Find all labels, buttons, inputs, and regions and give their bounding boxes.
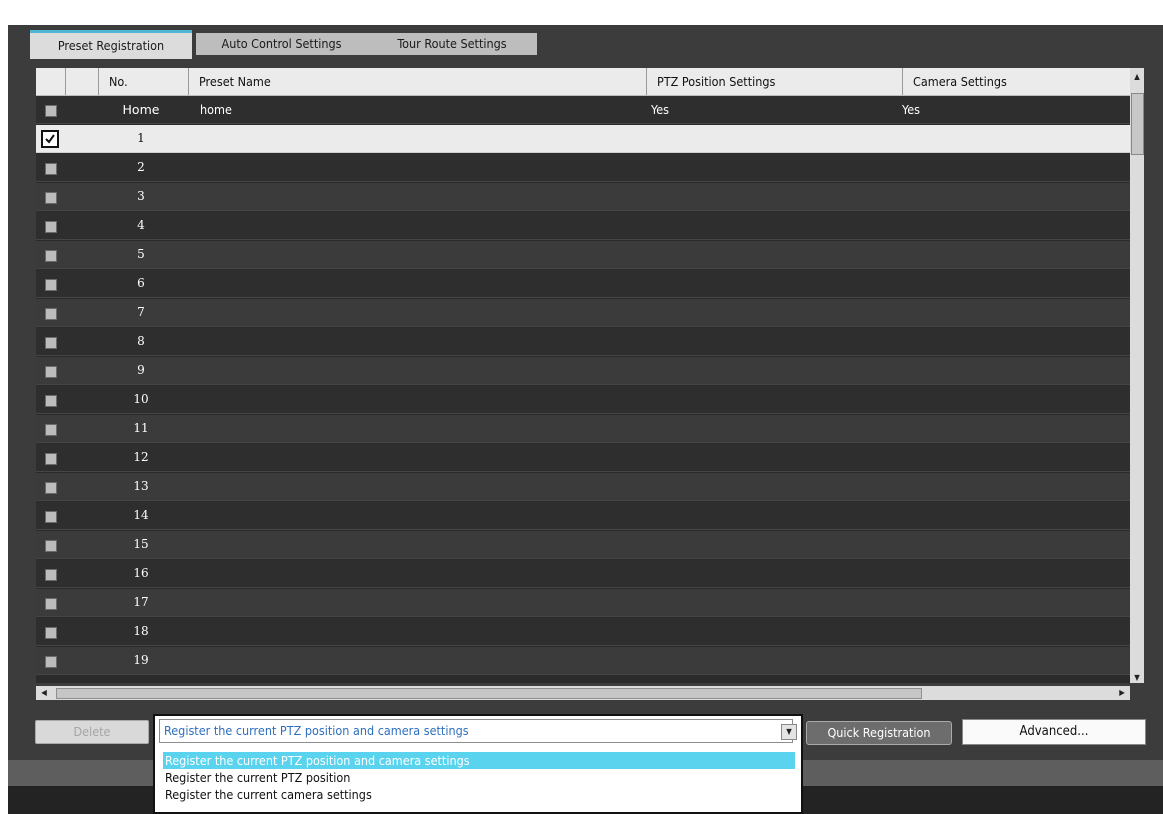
row-number: 1 <box>137 131 145 145</box>
row-number: 19 <box>133 653 149 667</box>
table-row[interactable]: 10 <box>36 386 1130 414</box>
option-camera-only[interactable]: Register the current camera settings <box>163 786 795 803</box>
row-number: 17 <box>133 595 149 609</box>
row-preset-name: home <box>200 102 232 117</box>
option-ptz-only[interactable]: Register the current PTZ position <box>163 769 795 786</box>
table-row[interactable]: 19 <box>36 647 1130 675</box>
table-row[interactable]: 1 <box>36 125 1130 153</box>
row-number: 7 <box>137 305 145 319</box>
row-number: 12 <box>133 450 149 464</box>
table-row[interactable]: 15 <box>36 531 1130 559</box>
table-row[interactable]: 11 <box>36 415 1130 443</box>
table-row[interactable]: 6 <box>36 270 1130 298</box>
header-ptz-position-settings[interactable]: PTZ Position Settings <box>647 68 903 95</box>
row-checkbox[interactable] <box>45 627 57 639</box>
row-checkbox[interactable] <box>45 105 57 117</box>
vertical-scrollbar[interactable]: ▲ ▼ <box>1130 68 1144 683</box>
row-checkbox[interactable] <box>45 511 57 523</box>
table-header: No. Preset Name PTZ Position Settings Ca… <box>36 68 1130 96</box>
header-blank-column <box>66 68 99 95</box>
row-number: 4 <box>137 218 145 232</box>
row-number: 14 <box>133 508 149 522</box>
row-number: 18 <box>133 624 149 638</box>
table-row[interactable]: 7 <box>36 299 1130 327</box>
scroll-up-icon[interactable]: ▲ <box>1130 70 1144 84</box>
row-number: 11 <box>133 421 149 435</box>
table-row[interactable]: 14 <box>36 502 1130 530</box>
row-checkbox[interactable] <box>45 221 57 233</box>
header-no[interactable]: No. <box>99 68 189 95</box>
row-number: 9 <box>137 363 145 377</box>
row-checkbox[interactable] <box>45 395 57 407</box>
row-checkbox-checked[interactable] <box>41 130 59 148</box>
row-checkbox[interactable] <box>45 279 57 291</box>
row-number: 16 <box>133 566 149 580</box>
row-number: 8 <box>137 334 145 348</box>
advanced-button[interactable]: Advanced... <box>962 719 1146 745</box>
register-mode-field[interactable]: Register the current PTZ position and ca… <box>159 719 793 743</box>
table-row[interactable]: 16 <box>36 560 1130 588</box>
table-row[interactable]: 3 <box>36 183 1130 211</box>
header-checkbox-column <box>36 68 66 95</box>
row-camera-setting: Yes <box>902 102 920 117</box>
table-row[interactable]: 13 <box>36 473 1130 501</box>
row-ptz-setting: Yes <box>651 102 669 117</box>
table-row[interactable]: 2 <box>36 154 1130 182</box>
scroll-left-icon[interactable]: ◀ <box>38 686 50 700</box>
header-preset-name[interactable]: Preset Name <box>189 68 647 95</box>
delete-button[interactable]: Delete <box>35 720 149 744</box>
register-mode-dropdown[interactable]: Register the current PTZ position and ca… <box>153 714 803 814</box>
row-checkbox[interactable] <box>45 424 57 436</box>
tab-preset-registration[interactable]: Preset Registration <box>30 30 192 59</box>
register-mode-selected: Register the current PTZ position and ca… <box>164 723 469 738</box>
tab-auto-control-settings[interactable]: Auto Control Settings <box>196 33 367 55</box>
row-checkbox[interactable] <box>45 598 57 610</box>
row-checkbox[interactable] <box>45 308 57 320</box>
row-checkbox[interactable] <box>45 192 57 204</box>
table-row[interactable]: 9 <box>36 357 1130 385</box>
row-number: 6 <box>137 276 145 290</box>
quick-registration-button[interactable]: Quick Registration <box>806 721 952 745</box>
table-row[interactable]: 18 <box>36 618 1130 646</box>
row-checkbox[interactable] <box>45 453 57 465</box>
row-checkbox[interactable] <box>45 482 57 494</box>
table-row[interactable]: 17 <box>36 589 1130 617</box>
register-mode-options: Register the current PTZ position and ca… <box>163 752 795 803</box>
row-checkbox[interactable] <box>45 366 57 378</box>
table-row[interactable]: 5 <box>36 241 1130 269</box>
header-camera-settings[interactable]: Camera Settings <box>903 68 1130 95</box>
row-number: 10 <box>133 392 149 406</box>
tab-tour-route-settings[interactable]: Tour Route Settings <box>367 33 537 55</box>
row-checkbox[interactable] <box>45 163 57 175</box>
row-number: Home <box>122 102 160 117</box>
row-checkbox[interactable] <box>45 337 57 349</box>
scroll-down-icon[interactable]: ▼ <box>1130 671 1144 685</box>
preset-table: No. Preset Name PTZ Position Settings Ca… <box>36 68 1130 683</box>
row-checkbox[interactable] <box>45 656 57 668</box>
table-row-home[interactable]: Home home Yes Yes <box>36 96 1130 124</box>
table-row[interactable]: 8 <box>36 328 1130 356</box>
table-row[interactable]: 12 <box>36 444 1130 472</box>
vertical-scroll-thumb[interactable] <box>1131 93 1144 155</box>
option-ptz-and-camera[interactable]: Register the current PTZ position and ca… <box>163 752 795 769</box>
scroll-right-icon[interactable]: ▶ <box>1116 686 1128 700</box>
row-number: 2 <box>137 160 145 174</box>
table-row[interactable]: 4 <box>36 212 1130 240</box>
row-number: 13 <box>133 479 149 493</box>
row-number: 15 <box>133 537 149 551</box>
horizontal-scrollbar[interactable]: ◀ ▶ <box>36 686 1130 700</box>
row-checkbox[interactable] <box>45 540 57 552</box>
dropdown-arrow-icon[interactable]: ▼ <box>781 724 797 740</box>
horizontal-scroll-thumb[interactable] <box>56 688 922 699</box>
row-checkbox[interactable] <box>45 569 57 581</box>
row-number: 3 <box>137 189 145 203</box>
row-number: 5 <box>137 247 145 261</box>
row-checkbox[interactable] <box>45 250 57 262</box>
checkmark-icon <box>45 134 55 144</box>
